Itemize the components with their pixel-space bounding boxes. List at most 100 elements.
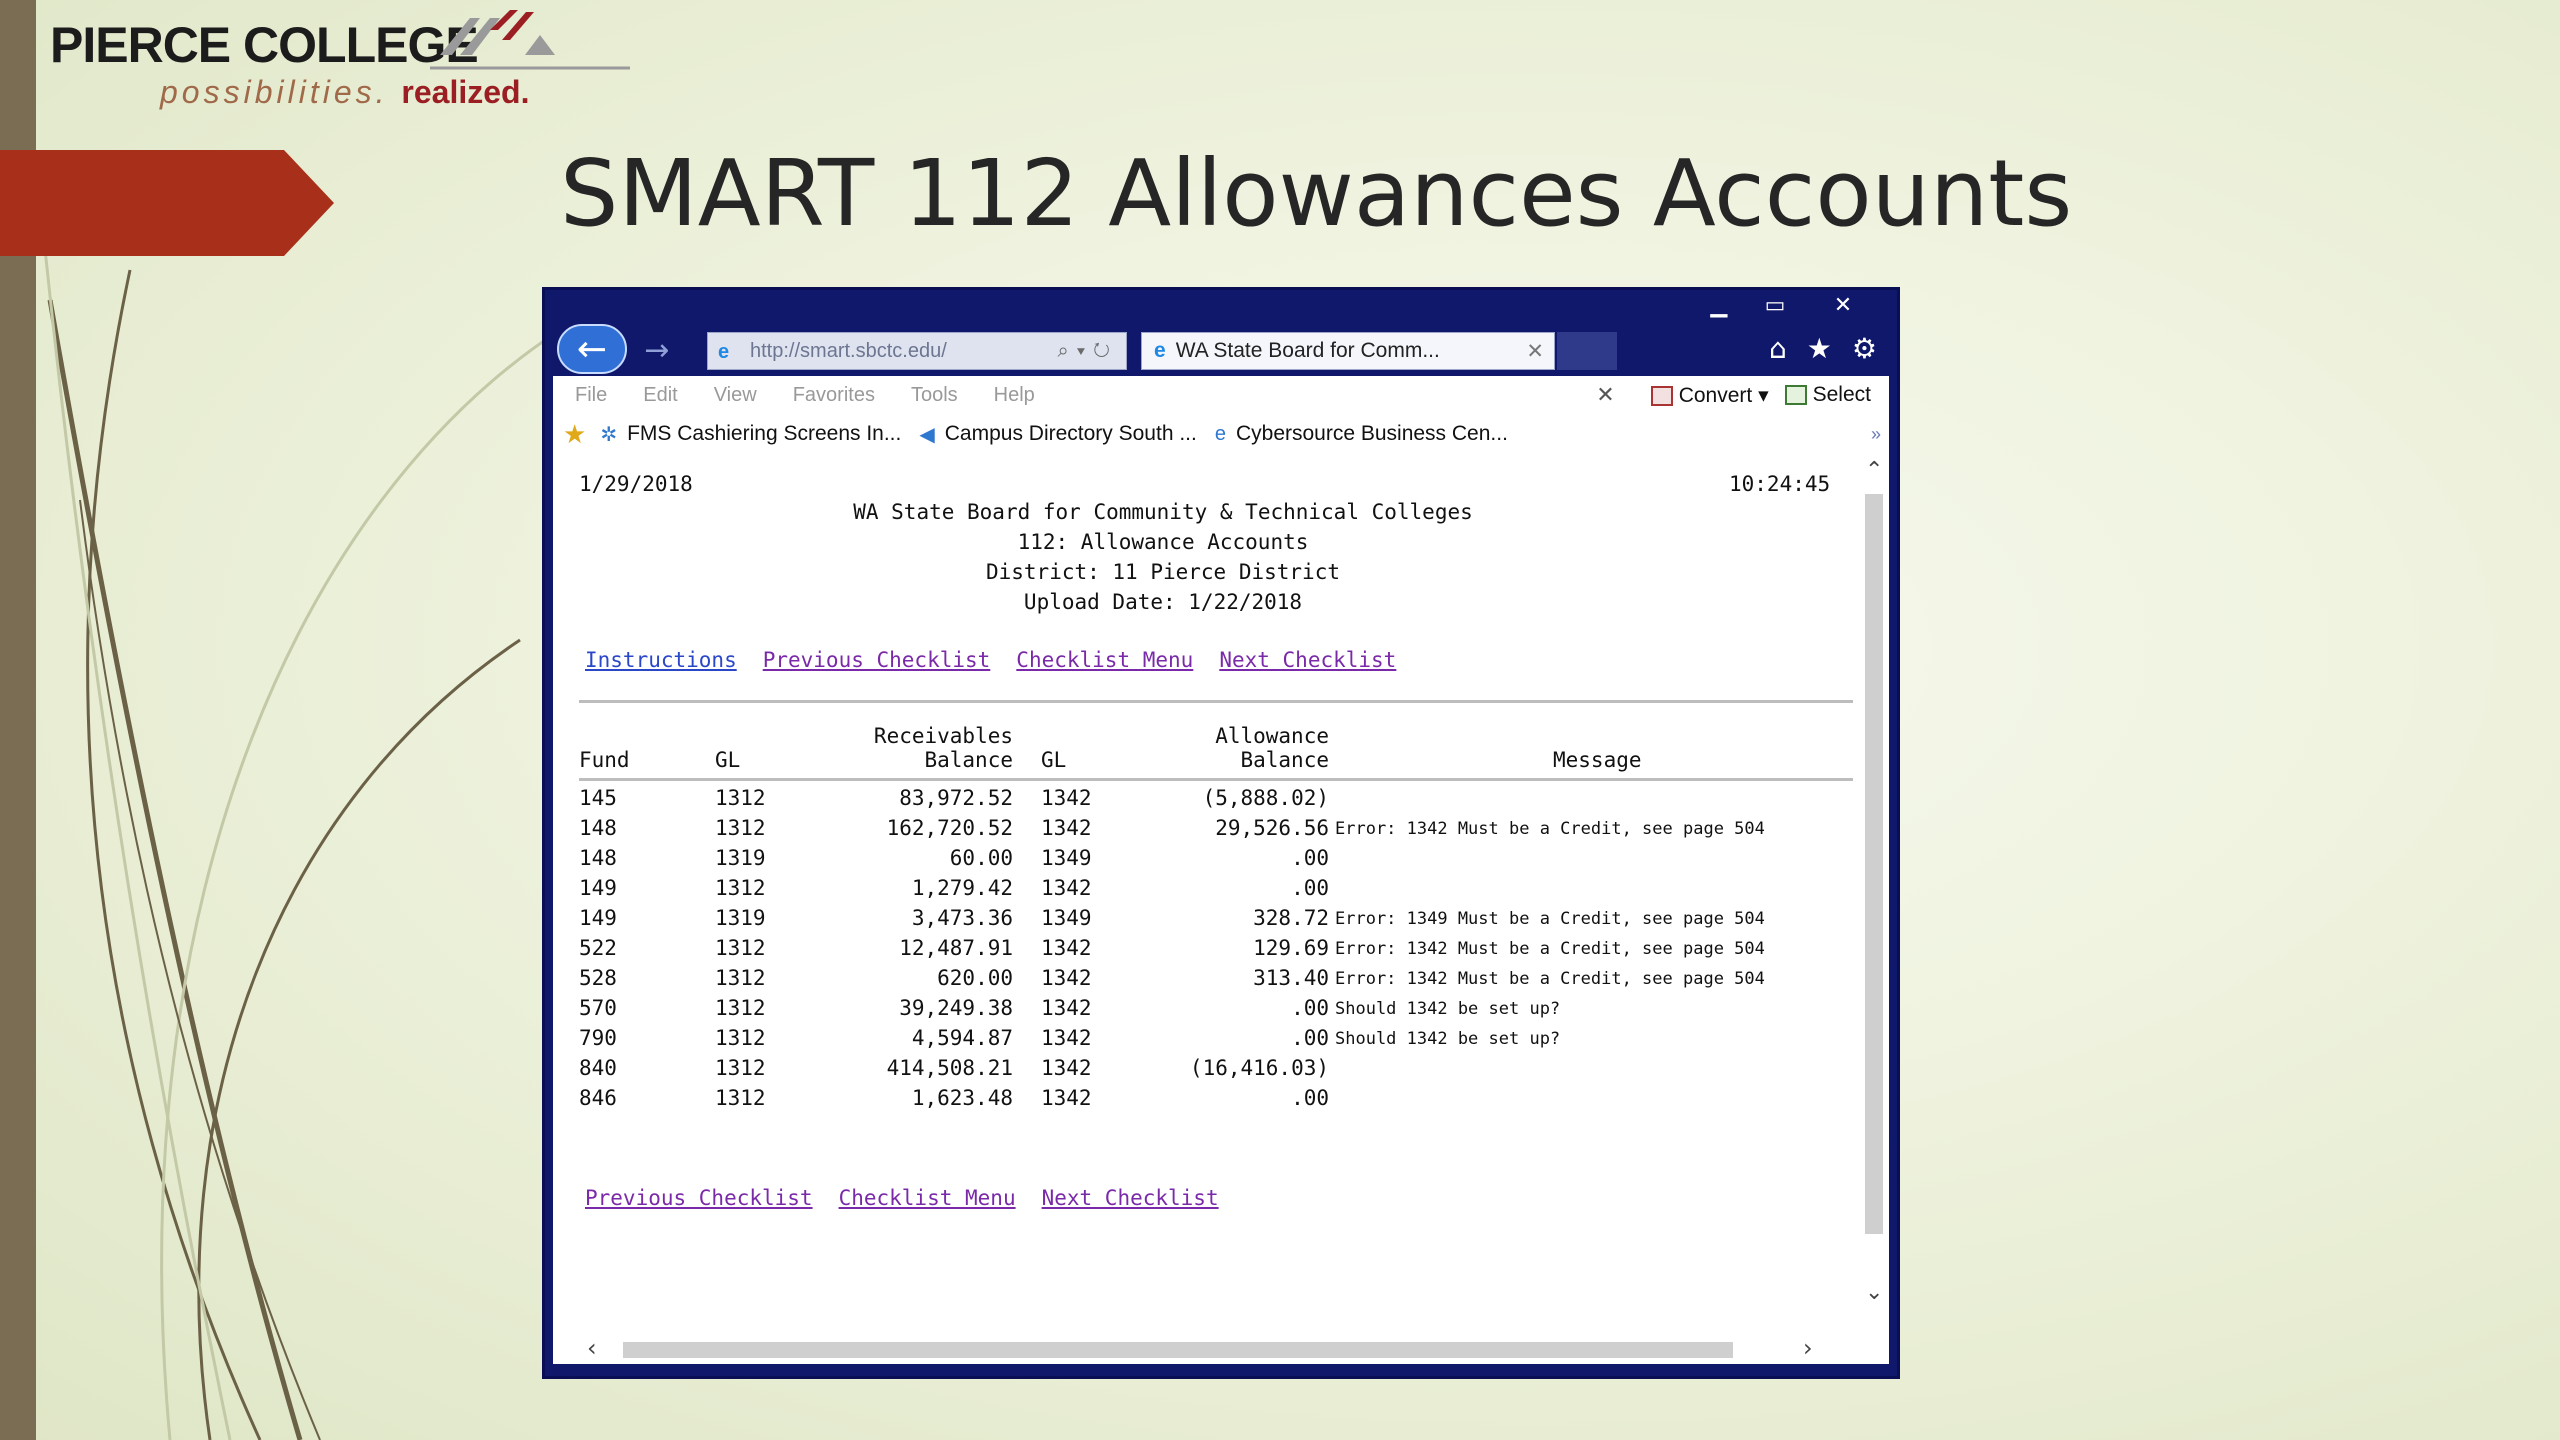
previous-checklist-link[interactable]: Previous Checklist (585, 1186, 813, 1210)
convert-button[interactable]: Convert ▾ (1650, 383, 1769, 408)
pdf-convert-icon (1650, 385, 1673, 406)
gl2-cell: 1342 (1041, 786, 1092, 810)
message-cell: Error: 1349 Must be a Credit, see page 5… (1335, 909, 1765, 929)
fund-cell: 846 (579, 1086, 617, 1110)
favorites-more-icon[interactable]: » (1871, 424, 1889, 445)
close-toolbar-icon[interactable]: ✕ (1596, 382, 1614, 408)
favorite-fms-cashiering[interactable]: ✲ FMS Cashiering Screens In... (600, 422, 901, 447)
allowance-cell: 328.72 (1253, 906, 1329, 930)
scroll-right-icon[interactable]: › (1803, 1334, 1813, 1362)
allowance-cell: 313.40 (1253, 966, 1329, 990)
gl2-cell: 1342 (1041, 1026, 1092, 1050)
table-row: 148 1312 162,720.52 1342 29,526.56 Error: 134… (553, 816, 1853, 846)
gl2-cell: 1349 (1041, 906, 1092, 930)
logo-mark-icon (430, 10, 630, 70)
column-header-gl: GL (715, 748, 741, 772)
vertical-scrollbar[interactable]: ⌃ ⌄ (1859, 454, 1889, 1344)
next-checklist-link[interactable]: Next Checklist (1042, 1186, 1219, 1210)
menu-right-tools: ✕ Convert ▾ Select (1596, 382, 1889, 408)
menu-tools[interactable]: Tools (911, 384, 958, 407)
instructions-link[interactable]: Instructions (585, 648, 737, 672)
pierce-college-logo: PIERCE COLLEGE possibilities. realized. (50, 10, 630, 110)
allowance-cell: .00 (1291, 1026, 1329, 1050)
table-row: 149 1312 1,279.42 1342 .00 (553, 876, 1853, 906)
table-row: 522 1312 12,487.91 1342 129.69 Error: 1342 Mu… (553, 936, 1853, 966)
convert-label: Convert (1678, 383, 1753, 407)
gl-cell: 1312 (715, 876, 766, 900)
gl2-cell: 1342 (1041, 1086, 1092, 1110)
gl-cell: 1312 (715, 1056, 766, 1080)
gl2-cell: 1349 (1041, 846, 1092, 870)
scroll-down-icon[interactable]: ⌄ (1865, 1280, 1883, 1305)
receivables-cell: 414,508.21 (886, 1056, 1013, 1080)
column-header-allowance: Allowance (1215, 724, 1329, 748)
menu-view[interactable]: View (714, 384, 757, 407)
favorite-label: Cybersource Business Cen... (1235, 422, 1508, 445)
top-links: Instructions Previous Checklist Checklis… (585, 648, 1396, 672)
ie-icon: e (718, 341, 730, 363)
favorite-campus-directory[interactable]: ◀ Campus Directory South ... (919, 422, 1196, 447)
select-label: Select (1812, 383, 1871, 406)
menu-favorites[interactable]: Favorites (793, 384, 875, 407)
close-window-button[interactable]: ✕ (1803, 290, 1883, 320)
favorite-cybersource[interactable]: e Cybersource Business Cen... (1215, 422, 1508, 446)
gl2-cell: 1342 (1041, 816, 1092, 840)
menu-help[interactable]: Help (994, 384, 1035, 407)
table-row: 148 1319 60.00 1349 .00 (553, 846, 1853, 876)
tab-title: WA State Board for Comm... (1175, 339, 1440, 362)
allowance-cell: 29,526.56 (1215, 816, 1329, 840)
checklist-menu-link[interactable]: Checklist Menu (1016, 648, 1193, 672)
allowance-cell: .00 (1291, 1086, 1329, 1110)
bottom-links: Previous Checklist Checklist Menu Next C… (585, 1186, 1219, 1210)
scroll-left-icon[interactable]: ‹ (587, 1334, 597, 1362)
ie-favicon-icon: e (1214, 422, 1226, 445)
message-cell: Error: 1342 Must be a Credit, see page 5… (1335, 969, 1765, 989)
fund-cell: 148 (579, 846, 617, 870)
column-header-allowance-balance: Balance (1240, 748, 1329, 772)
settings-gear-icon[interactable]: ⚙ (1852, 332, 1877, 365)
new-tab-button[interactable] (1557, 332, 1617, 370)
table-row: 840 1312 414,508.21 1342 (16,416.03) (553, 1056, 1853, 1086)
favorites-add-icon[interactable]: ★ (563, 419, 586, 450)
gl-cell: 1312 (715, 966, 766, 990)
checklist-menu-link[interactable]: Checklist Menu (839, 1186, 1016, 1210)
next-checklist-link[interactable]: Next Checklist (1219, 648, 1396, 672)
browser-window: ▁ ▭ ✕ ← → e http://smart.sbctc.edu/ ⌕▾↻ … (542, 287, 1900, 1379)
scroll-up-icon[interactable]: ⌃ (1865, 458, 1883, 483)
browser-tab[interactable]: e WA State Board for Comm... ✕ (1141, 332, 1555, 370)
allowance-cell: .00 (1291, 876, 1329, 900)
minimize-button[interactable]: ▁ (1691, 290, 1747, 320)
horizontal-scroll-thumb[interactable] (623, 1342, 1733, 1358)
gl-cell: 1312 (715, 996, 766, 1020)
horizontal-scrollbar[interactable]: ‹ › (553, 1334, 1859, 1364)
address-text: http://smart.sbctc.edu/ (750, 339, 947, 362)
maximize-button[interactable]: ▭ (1747, 290, 1803, 320)
previous-checklist-link[interactable]: Previous Checklist (763, 648, 991, 672)
address-tools-icons[interactable]: ⌕▾↻ (1058, 340, 1126, 363)
select-button[interactable]: Select (1784, 383, 1871, 407)
message-cell: Error: 1342 Must be a Credit, see page 5… (1335, 819, 1765, 839)
vertical-scroll-thumb[interactable] (1865, 494, 1883, 1234)
menu-edit[interactable]: Edit (643, 384, 677, 407)
home-icon[interactable]: ⌂ (1769, 332, 1787, 365)
menu-bar: File Edit View Favorites Tools Help ✕ Co… (553, 376, 1889, 414)
allowance-cell: .00 (1291, 846, 1329, 870)
address-bar[interactable]: e http://smart.sbctc.edu/ ⌕▾↻ (707, 332, 1127, 370)
table-row: 145 1312 83,972.52 1342 (5,888.02) (553, 786, 1853, 816)
report-header-line: WA State Board for Community & Technical… (853, 500, 1473, 524)
slide-title: SMART 112 Allowances Accounts (560, 140, 2073, 247)
gl-cell: 1312 (715, 1086, 766, 1110)
table-row: 528 1312 620.00 1342 313.40 Error: 1342 Must … (553, 966, 1853, 996)
logo-tagline-italic: possibilities. (160, 74, 389, 110)
column-header-message: Message (1553, 748, 1642, 772)
favorites-star-icon[interactable]: ★ (1807, 332, 1832, 365)
gl-cell: 1312 (715, 1026, 766, 1050)
forward-button[interactable]: → (637, 330, 677, 370)
receivables-cell: 1,279.42 (911, 876, 1013, 900)
receivables-cell: 39,249.38 (899, 996, 1013, 1020)
favorites-bar: ★ ✲ FMS Cashiering Screens In... ◀ Campus … (553, 414, 1889, 454)
menu-file[interactable]: File (575, 384, 607, 407)
tab-close-icon[interactable]: ✕ (1526, 339, 1554, 364)
back-button[interactable]: ← (557, 324, 627, 374)
divider (579, 778, 1853, 781)
